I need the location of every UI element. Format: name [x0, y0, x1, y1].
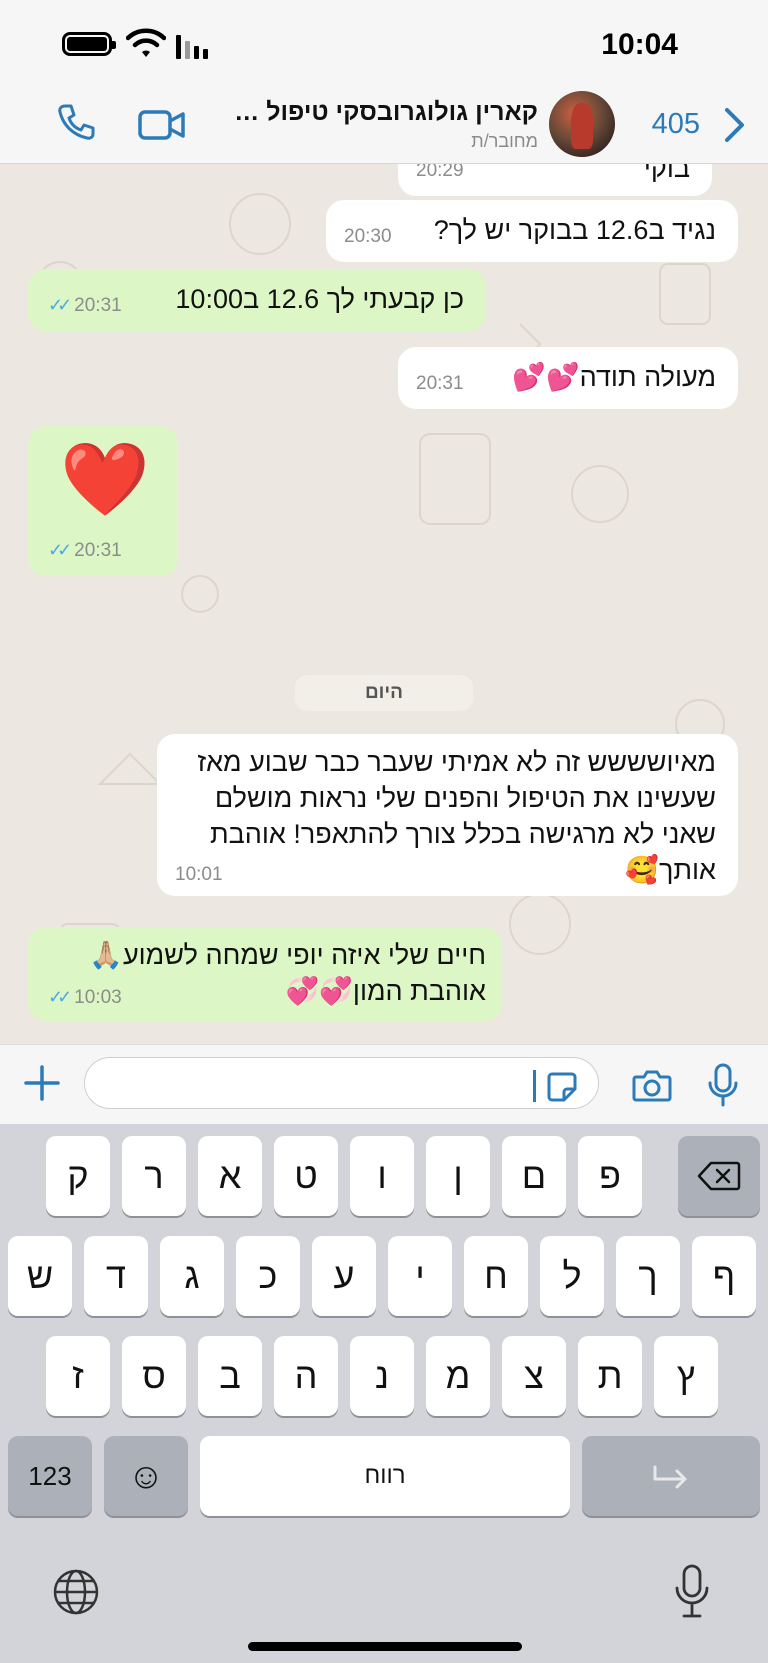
message-text: מאיושששש זה לא אמיתי שעבר כבר שבוע מאז ש… — [197, 747, 716, 885]
text-caret — [533, 1070, 536, 1102]
key[interactable]: ט — [274, 1136, 338, 1216]
battery-icon — [62, 32, 116, 56]
phone-call-icon[interactable] — [56, 102, 96, 142]
message-text: חיים שלי איזה יופי שמחה לשמוע🙏🏼 אוהבת המ… — [89, 940, 486, 1006]
message-text: בוקי — [643, 164, 690, 183]
chat-area[interactable]: בוקי 20:29 נגיד ב12.6 בבוקר יש לך? 20:30… — [0, 164, 768, 1044]
message-text: נגיד ב12.6 בבוקר יש לך? — [433, 215, 716, 245]
key[interactable]: כ — [236, 1236, 300, 1316]
key[interactable]: פ — [578, 1136, 642, 1216]
dictation-icon[interactable] — [674, 1564, 710, 1618]
key[interactable]: ם — [502, 1136, 566, 1216]
space-key[interactable]: רווח — [200, 1436, 570, 1516]
numbers-key[interactable]: 123 — [8, 1436, 92, 1516]
back-chevron-icon[interactable] — [722, 106, 748, 144]
message-outgoing[interactable]: כן קבעתי לך 12.6 ב10:00 ✓✓ 20:31 — [28, 269, 486, 331]
message-time: ✓✓ 20:31 — [48, 540, 122, 561]
contact-avatar[interactable] — [549, 91, 615, 157]
wifi-icon — [126, 28, 166, 57]
home-indicator — [248, 1642, 522, 1651]
key[interactable]: ד — [84, 1236, 148, 1316]
key[interactable]: נ — [350, 1336, 414, 1416]
key[interactable]: א — [198, 1136, 262, 1216]
key[interactable]: ל — [540, 1236, 604, 1316]
message-time: 20:31 — [416, 373, 464, 394]
message-text: כן קבעתי לך 12.6 ב10:00 — [175, 284, 464, 314]
return-key[interactable] — [582, 1436, 760, 1516]
key[interactable]: ן — [426, 1136, 490, 1216]
chat-header: 405 קארין גולוגרובסקי טיפול פ... מחובר/ת — [0, 88, 768, 164]
read-ticks-icon: ✓✓ — [48, 295, 72, 315]
key[interactable]: ה — [274, 1336, 338, 1416]
key[interactable]: י — [388, 1236, 452, 1316]
key[interactable]: ש — [8, 1236, 72, 1316]
status-time: 10:04 — [601, 28, 678, 61]
read-ticks-icon: ✓✓ — [48, 540, 72, 560]
key[interactable]: ר — [122, 1136, 186, 1216]
unread-count[interactable]: 405 — [652, 108, 700, 141]
message-time: ✓✓ 10:03 — [48, 987, 122, 1008]
contact-name[interactable]: קארין גולוגרובסקי טיפול פ... — [228, 98, 538, 127]
key[interactable]: ס — [122, 1336, 186, 1416]
globe-icon[interactable] — [52, 1568, 100, 1616]
key[interactable]: ו — [350, 1136, 414, 1216]
message-time: 10:01 — [175, 864, 223, 885]
message-text: מעולה תודה💕💕 — [512, 362, 716, 392]
emoji-key[interactable]: ☺ — [104, 1436, 188, 1516]
message-incoming[interactable]: נגיד ב12.6 בבוקר יש לך? 20:30 — [326, 200, 738, 262]
backspace-key[interactable] — [678, 1136, 760, 1216]
read-ticks-icon: ✓✓ — [48, 987, 72, 1007]
message-input-bar — [0, 1044, 768, 1125]
key[interactable]: ץ — [654, 1336, 718, 1416]
status-bar: 10:04 — [0, 0, 768, 90]
date-separator: היום — [295, 675, 473, 711]
contact-status: מחובר/ת — [471, 131, 538, 151]
keyboard: ק ר א ט ו ן ם פ ש ד ג כ ע י ח ל ך ף ז ס … — [0, 1124, 768, 1663]
return-icon — [653, 1465, 687, 1489]
key[interactable]: ף — [692, 1236, 756, 1316]
sticker-icon[interactable] — [546, 1071, 578, 1103]
key[interactable]: מ — [426, 1336, 490, 1416]
message-time: ✓✓ 20:31 — [48, 295, 122, 316]
message-time: 20:29 — [416, 164, 464, 181]
signal-icon — [176, 35, 208, 59]
key[interactable]: צ — [502, 1336, 566, 1416]
key[interactable]: ח — [464, 1236, 528, 1316]
plus-icon[interactable] — [22, 1063, 62, 1103]
message-incoming[interactable]: מעולה תודה💕💕 20:31 — [398, 347, 738, 409]
message-time: 20:30 — [344, 226, 392, 247]
message-incoming[interactable]: מאיושששש זה לא אמיתי שעבר כבר שבוע מאז ש… — [157, 734, 738, 896]
key[interactable]: ך — [616, 1236, 680, 1316]
camera-icon[interactable] — [632, 1067, 672, 1103]
message-incoming[interactable]: בוקי 20:29 — [398, 164, 712, 196]
key[interactable]: ת — [578, 1336, 642, 1416]
message-input[interactable] — [84, 1057, 599, 1109]
heart-emoji: ❤️ — [60, 440, 150, 520]
microphone-icon[interactable] — [707, 1063, 739, 1107]
video-call-icon[interactable] — [137, 104, 187, 144]
key[interactable]: ע — [312, 1236, 376, 1316]
backspace-icon — [697, 1161, 741, 1191]
message-outgoing[interactable]: ❤️ ✓✓ 20:31 — [28, 426, 178, 576]
key[interactable]: ז — [46, 1336, 110, 1416]
message-outgoing[interactable]: חיים שלי איזה יופי שמחה לשמוע🙏🏼 אוהבת המ… — [28, 927, 502, 1021]
key[interactable]: ג — [160, 1236, 224, 1316]
key[interactable]: ק — [46, 1136, 110, 1216]
key[interactable]: ב — [198, 1336, 262, 1416]
